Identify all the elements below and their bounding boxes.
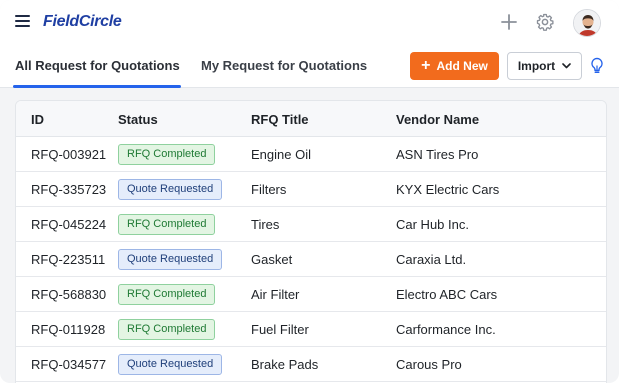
cell-vendor-name: Carformance Inc. [396,322,496,337]
cell-vendor-name: Car Hub Inc. [396,217,469,232]
cell-vendor-name: Electro ABC Cars [396,287,498,302]
tab-all-rfq[interactable]: All Request for Quotations [15,58,180,73]
cell-rfq-title: Filters [251,182,287,197]
cell-rfq-title: Tires [251,217,280,232]
app-window: FieldCircle All Request for Quotations M… [0,0,619,383]
cell-vendor-name: Caraxia Ltd. [396,252,467,267]
cell-vendor-name: KYX Electric Cars [396,182,500,197]
table-row[interactable]: RFQ-335723 Quote Requested Filters KYX E… [16,172,606,207]
column-header-rfq-title[interactable]: RFQ Title [251,112,309,127]
cell-vendor-name: Carous Pro [396,357,462,372]
rfq-table: ID Status RFQ Title Vendor Name RFQ-0039… [15,100,607,383]
cell-id: RFQ-568830 [31,287,107,302]
cell-id: RFQ-003921 [31,147,107,162]
plus-icon[interactable] [500,13,518,31]
cell-vendor-name: ASN Tires Pro [396,147,479,162]
status-badge: Quote Requested [118,354,223,375]
cell-id: RFQ-011928 [31,322,106,337]
table-row[interactable]: RFQ-003921 RFQ Completed Engine Oil ASN … [16,137,606,172]
status-badge: Quote Requested [118,179,223,200]
cell-id: RFQ-034577 [31,357,107,372]
import-dropdown[interactable]: Import [507,52,582,80]
table-row[interactable]: RFQ-034577 Quote Requested Brake Pads Ca… [16,347,606,382]
cell-rfq-title: Brake Pads [251,357,319,372]
status-badge: RFQ Completed [118,319,216,340]
table-row[interactable]: RFQ-045224 RFQ Completed Tires Car Hub I… [16,207,606,242]
status-badge: RFQ Completed [118,144,216,165]
hamburger-menu-icon[interactable] [15,15,30,27]
top-bar: FieldCircle [0,0,619,44]
cell-id: RFQ-223511 [31,252,106,267]
status-badge: RFQ Completed [118,214,216,235]
plus-icon: + [421,56,431,74]
chevron-down-icon [562,63,571,69]
status-badge: Quote Requested [118,249,223,270]
gear-icon[interactable] [536,13,554,31]
app-logo[interactable]: FieldCircle [43,13,122,31]
avatar-image [574,10,600,36]
table-row[interactable]: RFQ-568830 RFQ Completed Air Filter Elec… [16,277,606,312]
status-badge: RFQ Completed [118,284,216,305]
table-row[interactable]: RFQ-011928 RFQ Completed Fuel Filter Car… [16,312,606,347]
table-header: ID Status RFQ Title Vendor Name [16,101,606,137]
import-label: Import [517,59,556,73]
column-header-vendor-name[interactable]: Vendor Name [396,112,479,127]
cell-rfq-title: Gasket [251,252,293,267]
cell-id: RFQ-045224 [31,217,107,232]
tab-bar: All Request for Quotations My Request fo… [0,44,619,88]
cell-id: RFQ-335723 [31,182,107,197]
add-new-label: Add New [436,59,488,73]
tab-my-rfq[interactable]: My Request for Quotations [201,58,367,73]
add-new-button[interactable]: + Add New [410,52,499,80]
lightbulb-icon[interactable] [589,57,605,75]
user-avatar[interactable] [573,9,601,37]
column-header-status[interactable]: Status [118,112,158,127]
cell-rfq-title: Air Filter [251,287,300,302]
column-header-id[interactable]: ID [31,112,44,127]
active-tab-indicator [13,85,181,88]
table-row[interactable]: RFQ-223511 Quote Requested Gasket Caraxi… [16,242,606,277]
cell-rfq-title: Fuel Filter [251,322,309,337]
cell-rfq-title: Engine Oil [251,147,311,162]
